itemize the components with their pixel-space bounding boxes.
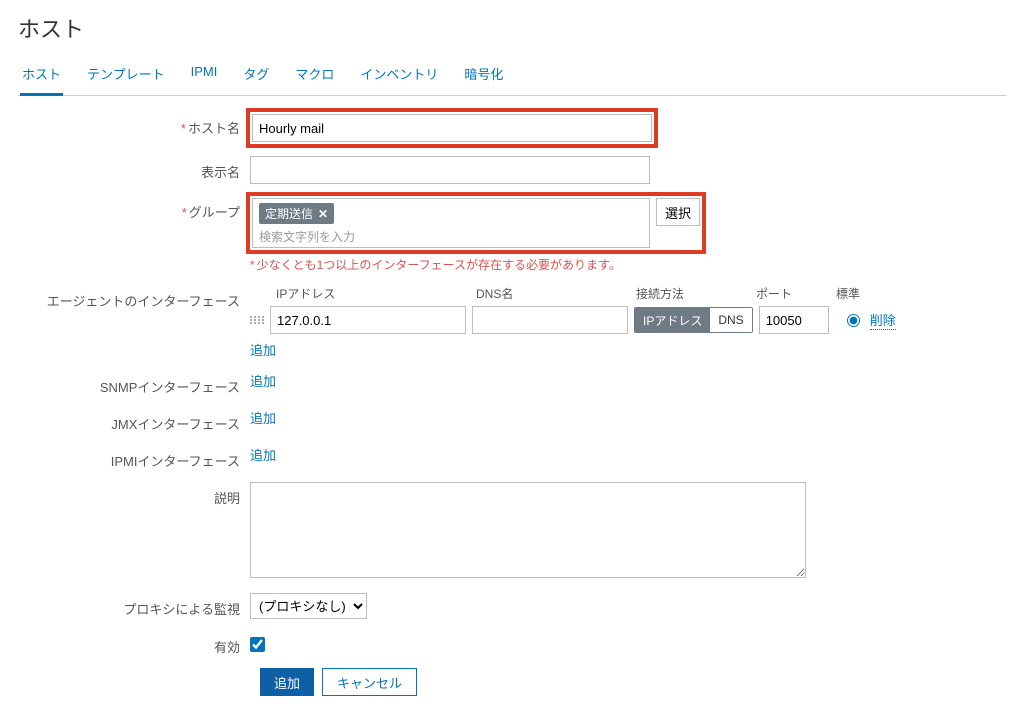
group-tag-label: 定期送信 xyxy=(265,205,313,222)
proxy-select[interactable]: (プロキシなし) xyxy=(250,593,367,619)
visible-name-input[interactable] xyxy=(250,156,650,184)
agent-add-link[interactable]: 追加 xyxy=(250,343,276,358)
description-textarea[interactable] xyxy=(250,482,806,578)
drag-handle-icon[interactable] xyxy=(250,316,264,324)
tab-encryption[interactable]: 暗号化 xyxy=(462,58,505,95)
label-groups: *グループ xyxy=(18,196,250,221)
label-host-name: *ホスト名 xyxy=(18,112,250,137)
remove-group-icon[interactable]: ✕ xyxy=(318,207,328,221)
label-agent-iface: エージェントのインターフェース xyxy=(18,285,250,310)
label-description: 説明 xyxy=(18,482,250,507)
jmx-add-link[interactable]: 追加 xyxy=(250,411,276,426)
agent-dns-input[interactable] xyxy=(472,306,628,334)
conn-ip-button[interactable]: IPアドレス xyxy=(635,308,710,332)
label-jmx-iface: JMXインターフェース xyxy=(18,408,250,433)
tab-ipmi[interactable]: IPMI xyxy=(189,58,220,95)
enabled-checkbox[interactable] xyxy=(250,637,265,652)
tab-macro[interactable]: マクロ xyxy=(293,58,336,95)
tab-host[interactable]: ホスト xyxy=(20,58,63,96)
group-tag[interactable]: 定期送信 ✕ xyxy=(259,203,334,224)
label-enabled: 有効 xyxy=(18,631,250,656)
agent-iface-row: IPアドレス DNS 削除 xyxy=(250,306,1006,334)
tab-inventory[interactable]: インベントリ xyxy=(358,58,440,95)
label-visible-name: 表示名 xyxy=(18,156,250,181)
agent-default-radio[interactable] xyxy=(847,314,860,327)
ipmi-add-link[interactable]: 追加 xyxy=(250,448,276,463)
interface-warning: *少なくとも1つ以上のインターフェースが存在する必要があります。 xyxy=(250,256,1006,273)
agent-ip-input[interactable] xyxy=(270,306,466,334)
tabs: ホスト テンプレート IPMI タグ マクロ インベントリ 暗号化 xyxy=(18,58,1006,96)
cancel-button[interactable]: キャンセル xyxy=(322,668,417,696)
iface-header: IPアドレス DNS名 接続方法 ポート 標準 xyxy=(250,285,1006,302)
label-ipmi-iface: IPMIインターフェース xyxy=(18,445,250,470)
submit-button[interactable]: 追加 xyxy=(260,668,314,696)
label-proxy: プロキシによる監視 xyxy=(18,593,250,618)
select-group-button[interactable]: 選択 xyxy=(656,198,700,226)
label-snmp-iface: SNMPインターフェース xyxy=(18,371,250,396)
group-search-placeholder: 検索文字列を入力 xyxy=(259,228,643,245)
conn-dns-button[interactable]: DNS xyxy=(710,308,751,332)
agent-delete-link[interactable]: 削除 xyxy=(870,310,896,330)
conn-toggle: IPアドレス DNS xyxy=(634,307,753,333)
agent-port-input[interactable] xyxy=(759,306,829,334)
tab-tag[interactable]: タグ xyxy=(241,58,271,95)
page-title: ホスト xyxy=(18,12,1006,44)
tab-template[interactable]: テンプレート xyxy=(85,58,167,95)
group-multiselect[interactable]: 定期送信 ✕ 検索文字列を入力 xyxy=(252,198,650,248)
snmp-add-link[interactable]: 追加 xyxy=(250,374,276,389)
host-name-input[interactable] xyxy=(252,114,652,142)
